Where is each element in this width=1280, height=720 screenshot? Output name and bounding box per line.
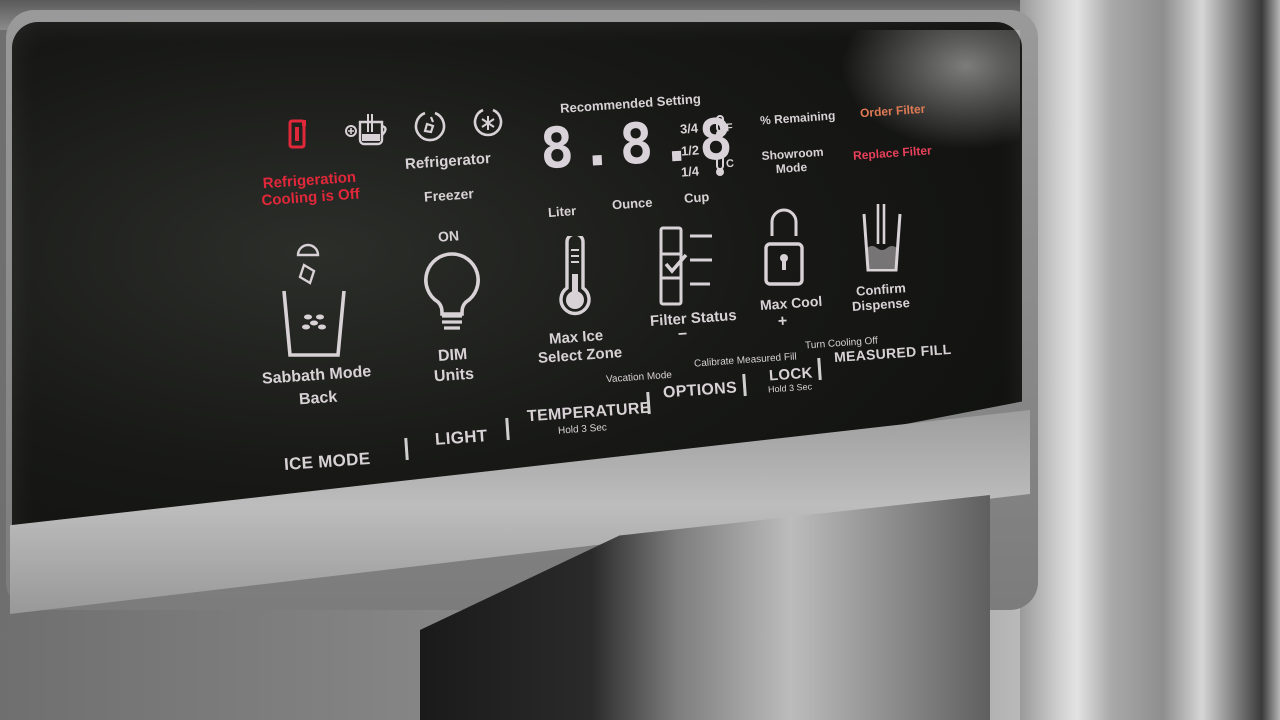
fraction-one-quarter: 1/4 xyxy=(680,163,700,180)
light-bulb-icon[interactable] xyxy=(420,250,484,344)
seven-segment-display: 8.8.8 xyxy=(538,106,741,183)
fraction-one-half: 1/2 xyxy=(680,142,700,159)
fridge-door-icon xyxy=(287,118,309,154)
thermometer-icon[interactable] xyxy=(555,232,595,324)
unit-fahrenheit: F xyxy=(725,121,734,135)
unlocked-padlock-icon[interactable] xyxy=(762,200,810,296)
light-button[interactable]: LIGHT xyxy=(434,426,488,450)
add-water-pitcher-icon xyxy=(344,112,392,152)
back-label: Back xyxy=(298,388,338,409)
plus-label: + xyxy=(777,312,788,331)
light-on-label: ON xyxy=(437,227,460,245)
units-label: Units xyxy=(433,365,475,386)
glass-dispense-icon[interactable] xyxy=(858,200,906,284)
steel-door-edge xyxy=(1020,0,1280,720)
minus-label: − xyxy=(677,325,688,344)
ice-cup-icon[interactable] xyxy=(278,243,350,367)
freezer-snowflake-cycle-icon xyxy=(471,106,505,144)
dim-label: DIM xyxy=(437,345,468,366)
fraction-three-quarters: 3/4 xyxy=(679,120,699,137)
filter-status-icon[interactable] xyxy=(658,224,718,312)
unit-celsius: C xyxy=(725,157,735,171)
glass-reflection xyxy=(840,30,1020,150)
cup-label: Cup xyxy=(683,189,710,206)
ounce-label: Ounce xyxy=(611,194,653,213)
liter-label: Liter xyxy=(547,203,577,220)
showroom-mode-label: Showroom Mode xyxy=(761,144,824,177)
refrigerator-temp-cycle-icon xyxy=(413,108,449,148)
